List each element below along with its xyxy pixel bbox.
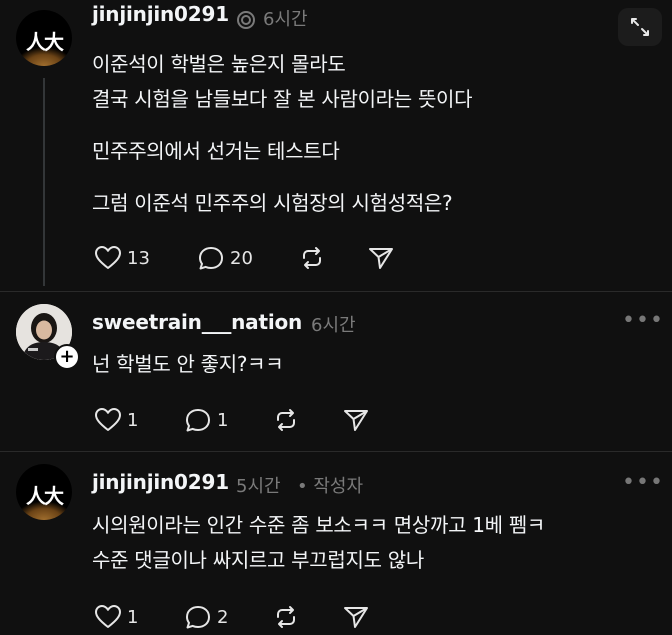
username[interactable]: jinjinjin0291	[92, 2, 229, 26]
username[interactable]: sweetrain___nation	[92, 310, 302, 334]
like-count: 13	[127, 247, 150, 269]
send-icon	[344, 607, 368, 628]
reply-button[interactable]: 1	[184, 407, 228, 433]
share-button[interactable]	[342, 604, 370, 630]
repost-button[interactable]	[298, 245, 326, 271]
thread-post: 人大 jinjinjin0291 5시간 • 작성자 ••• 시의원이라는 인간…	[0, 452, 672, 635]
repost-button[interactable]	[272, 604, 300, 630]
post-text-line: 이준석이 학벌은 높은지 몰라도	[92, 52, 346, 76]
reply-count: 20	[230, 247, 253, 269]
author-tag: • 작성자	[297, 476, 364, 497]
reply-count: 1	[217, 409, 229, 431]
thread-post: 人大 jinjinjin0291 6시간 이준석이 학벌은 높은지 몰라도 결국…	[0, 0, 672, 290]
post-time: 6시간	[263, 9, 308, 30]
avatar[interactable]: 人大	[16, 464, 72, 520]
like-button[interactable]: 1	[94, 407, 138, 433]
heart-icon	[95, 408, 121, 431]
share-button[interactable]	[342, 407, 370, 433]
like-count: 1	[127, 606, 139, 628]
more-options-button[interactable]: •••	[622, 470, 664, 495]
thread-line	[43, 78, 45, 286]
avatar-mark: 人大	[26, 484, 64, 508]
repost-icon	[303, 247, 321, 269]
post-text-line: 수준 댓글이나 싸지르고 부끄럽지도 않나	[92, 548, 424, 572]
activity-ring-icon	[236, 10, 256, 30]
reply-button[interactable]: 2	[184, 604, 228, 630]
post-text-line: 결국 시험을 남들보다 잘 본 사람이라는 뜻이다	[92, 87, 473, 111]
comment-icon	[186, 409, 210, 432]
post-time: 5시간	[236, 476, 281, 497]
like-button[interactable]: 1	[94, 604, 138, 630]
follow-button[interactable]: +	[54, 344, 80, 370]
avatar[interactable]: 人大	[16, 10, 72, 66]
post-text-line: 시의원이라는 인간 수준 좀 보소ㅋㅋ 면상까고 1베 펨ㅋ	[92, 513, 546, 537]
send-icon	[369, 248, 393, 269]
like-button[interactable]: 13	[94, 245, 150, 271]
heart-icon	[95, 246, 121, 269]
repost-button[interactable]	[272, 407, 300, 433]
post-text-line: 민주주의에서 선거는 테스트다	[92, 139, 340, 163]
thread-post: + sweetrain___nation 6시간 ••• 넌 학벌도 안 좋지?…	[0, 292, 672, 450]
post-time: 6시간	[311, 315, 356, 336]
avatar-mark: 人大	[26, 30, 64, 54]
repost-icon	[277, 606, 295, 628]
heart-icon	[95, 605, 121, 628]
more-options-button[interactable]: •••	[622, 308, 664, 333]
reply-button[interactable]: 20	[197, 245, 253, 271]
post-text-line: 그럼 이준석 민주주의 시험장의 시험성적은?	[92, 191, 453, 215]
comment-icon	[186, 606, 210, 629]
username[interactable]: jinjinjin0291	[92, 470, 229, 494]
send-icon	[344, 410, 368, 431]
post-text-line: 넌 학벌도 안 좋지?ㅋㅋ	[92, 352, 284, 376]
comment-icon	[199, 247, 223, 270]
reply-count: 2	[217, 606, 229, 628]
like-count: 1	[127, 409, 139, 431]
repost-icon	[277, 409, 295, 431]
share-button[interactable]	[367, 245, 395, 271]
